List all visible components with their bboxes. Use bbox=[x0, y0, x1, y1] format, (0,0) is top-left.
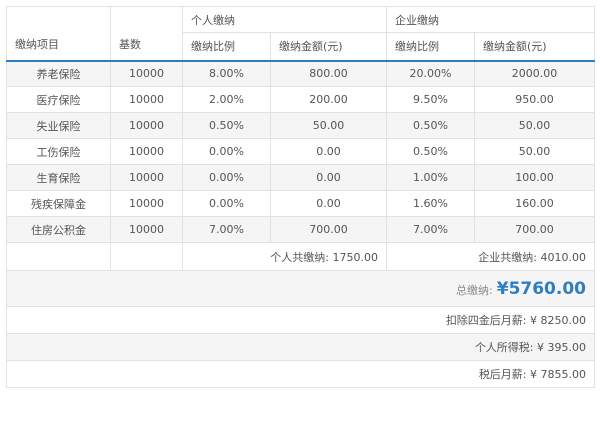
after-deduction-row: 扣除四金后月薪: ¥ 8250.00 bbox=[6, 306, 595, 334]
cell-personal-amount: 800.00 bbox=[270, 60, 387, 87]
cell-item-name: 失业保险 bbox=[6, 112, 111, 139]
subtotal-row: 个人共缴纳: 1750.00 企业共缴纳: 4010.00 bbox=[6, 242, 595, 271]
grand-total-cell: 总缴纳: ¥5760.00 bbox=[6, 270, 595, 307]
header-group-row: 缴纳项目 基数 个人缴纳 企业缴纳 bbox=[6, 6, 595, 62]
cell-company-rate: 7.00% bbox=[386, 216, 475, 243]
company-total: 企业共缴纳: 4010.00 bbox=[386, 242, 595, 271]
cell-company-amount: 160.00 bbox=[474, 190, 595, 217]
cell-item-name: 残疾保障金 bbox=[6, 190, 111, 217]
after-tax-row: 税后月薪: ¥ 7855.00 bbox=[6, 360, 595, 388]
header-item: 缴纳项目 bbox=[6, 6, 111, 62]
after-deduction-salary: 扣除四金后月薪: ¥ 8250.00 bbox=[6, 306, 595, 334]
cell-base: 10000 bbox=[110, 138, 183, 165]
table-row: 生育保险 10000 0.00% 0.00 1.00% 100.00 bbox=[6, 164, 595, 191]
cell-personal-amount: 200.00 bbox=[270, 86, 387, 113]
table-row: 失业保险 10000 0.50% 50.00 0.50% 50.00 bbox=[6, 112, 595, 139]
cell-personal-rate: 8.00% bbox=[182, 60, 271, 87]
grand-total-label: 总缴纳: bbox=[456, 283, 493, 297]
table-row: 养老保险 10000 8.00% 800.00 20.00% 2000.00 bbox=[6, 60, 595, 87]
cell-company-rate: 9.50% bbox=[386, 86, 475, 113]
cell-base: 10000 bbox=[110, 216, 183, 243]
table-row: 医疗保险 10000 2.00% 200.00 9.50% 950.00 bbox=[6, 86, 595, 113]
cell-personal-rate: 7.00% bbox=[182, 216, 271, 243]
cell-personal-rate: 0.00% bbox=[182, 190, 271, 217]
cell-personal-rate: 0.50% bbox=[182, 112, 271, 139]
cell-company-rate: 1.60% bbox=[386, 190, 475, 217]
cell-personal-amount: 0.00 bbox=[270, 190, 387, 217]
cell-item-name: 住房公积金 bbox=[6, 216, 111, 243]
personal-total: 个人共缴纳: 1750.00 bbox=[182, 242, 387, 271]
header-company-group: 企业缴纳 bbox=[386, 6, 595, 33]
header-personal-rate: 缴纳比例 bbox=[182, 32, 271, 62]
salary-calculation-table-container: 缴纳项目 基数 个人缴纳 企业缴纳 缴纳比例 缴纳金额(元) 缴纳比例 缴纳金额… bbox=[6, 6, 595, 388]
table-row: 残疾保障金 10000 0.00% 0.00 1.60% 160.00 bbox=[6, 190, 595, 217]
header-personal-amount: 缴纳金额(元) bbox=[270, 32, 387, 62]
cell-base: 10000 bbox=[110, 112, 183, 139]
grand-total-row: 总缴纳: ¥5760.00 bbox=[6, 270, 595, 307]
cell-company-amount: 50.00 bbox=[474, 138, 595, 165]
cell-personal-amount: 0.00 bbox=[270, 138, 387, 165]
cell-personal-amount: 0.00 bbox=[270, 164, 387, 191]
subtotal-empty-cell bbox=[110, 242, 183, 271]
cell-company-amount: 50.00 bbox=[474, 112, 595, 139]
cell-personal-amount: 50.00 bbox=[270, 112, 387, 139]
cell-company-rate: 0.50% bbox=[386, 138, 475, 165]
cell-base: 10000 bbox=[110, 164, 183, 191]
cell-base: 10000 bbox=[110, 60, 183, 87]
cell-personal-rate: 2.00% bbox=[182, 86, 271, 113]
cell-company-amount: 950.00 bbox=[474, 86, 595, 113]
header-company-rate: 缴纳比例 bbox=[386, 32, 475, 62]
header-company-amount: 缴纳金额(元) bbox=[474, 32, 595, 62]
table-row: 住房公积金 10000 7.00% 700.00 7.00% 700.00 bbox=[6, 216, 595, 243]
cell-company-amount: 100.00 bbox=[474, 164, 595, 191]
cell-item-name: 医疗保险 bbox=[6, 86, 111, 113]
cell-base: 10000 bbox=[110, 86, 183, 113]
cell-item-name: 生育保险 bbox=[6, 164, 111, 191]
cell-company-rate: 20.00% bbox=[386, 60, 475, 87]
grand-total-value: ¥5760.00 bbox=[496, 278, 586, 299]
cell-company-rate: 0.50% bbox=[386, 112, 475, 139]
cell-base: 10000 bbox=[110, 190, 183, 217]
subtotal-empty-cell bbox=[6, 242, 111, 271]
cell-company-amount: 2000.00 bbox=[474, 60, 595, 87]
cell-personal-amount: 700.00 bbox=[270, 216, 387, 243]
income-tax-row: 个人所得税: ¥ 395.00 bbox=[6, 333, 595, 361]
header-base: 基数 bbox=[110, 6, 183, 62]
salary-calculation-table: 缴纳项目 基数 个人缴纳 企业缴纳 缴纳比例 缴纳金额(元) 缴纳比例 缴纳金额… bbox=[6, 6, 595, 388]
cell-personal-rate: 0.00% bbox=[182, 164, 271, 191]
cell-item-name: 工伤保险 bbox=[6, 138, 111, 165]
cell-personal-rate: 0.00% bbox=[182, 138, 271, 165]
cell-item-name: 养老保险 bbox=[6, 60, 111, 87]
after-tax-salary: 税后月薪: ¥ 7855.00 bbox=[6, 360, 595, 388]
cell-company-amount: 700.00 bbox=[474, 216, 595, 243]
cell-company-rate: 1.00% bbox=[386, 164, 475, 191]
table-row: 工伤保险 10000 0.00% 0.00 0.50% 50.00 bbox=[6, 138, 595, 165]
income-tax: 个人所得税: ¥ 395.00 bbox=[6, 333, 595, 361]
header-personal-group: 个人缴纳 bbox=[182, 6, 387, 33]
